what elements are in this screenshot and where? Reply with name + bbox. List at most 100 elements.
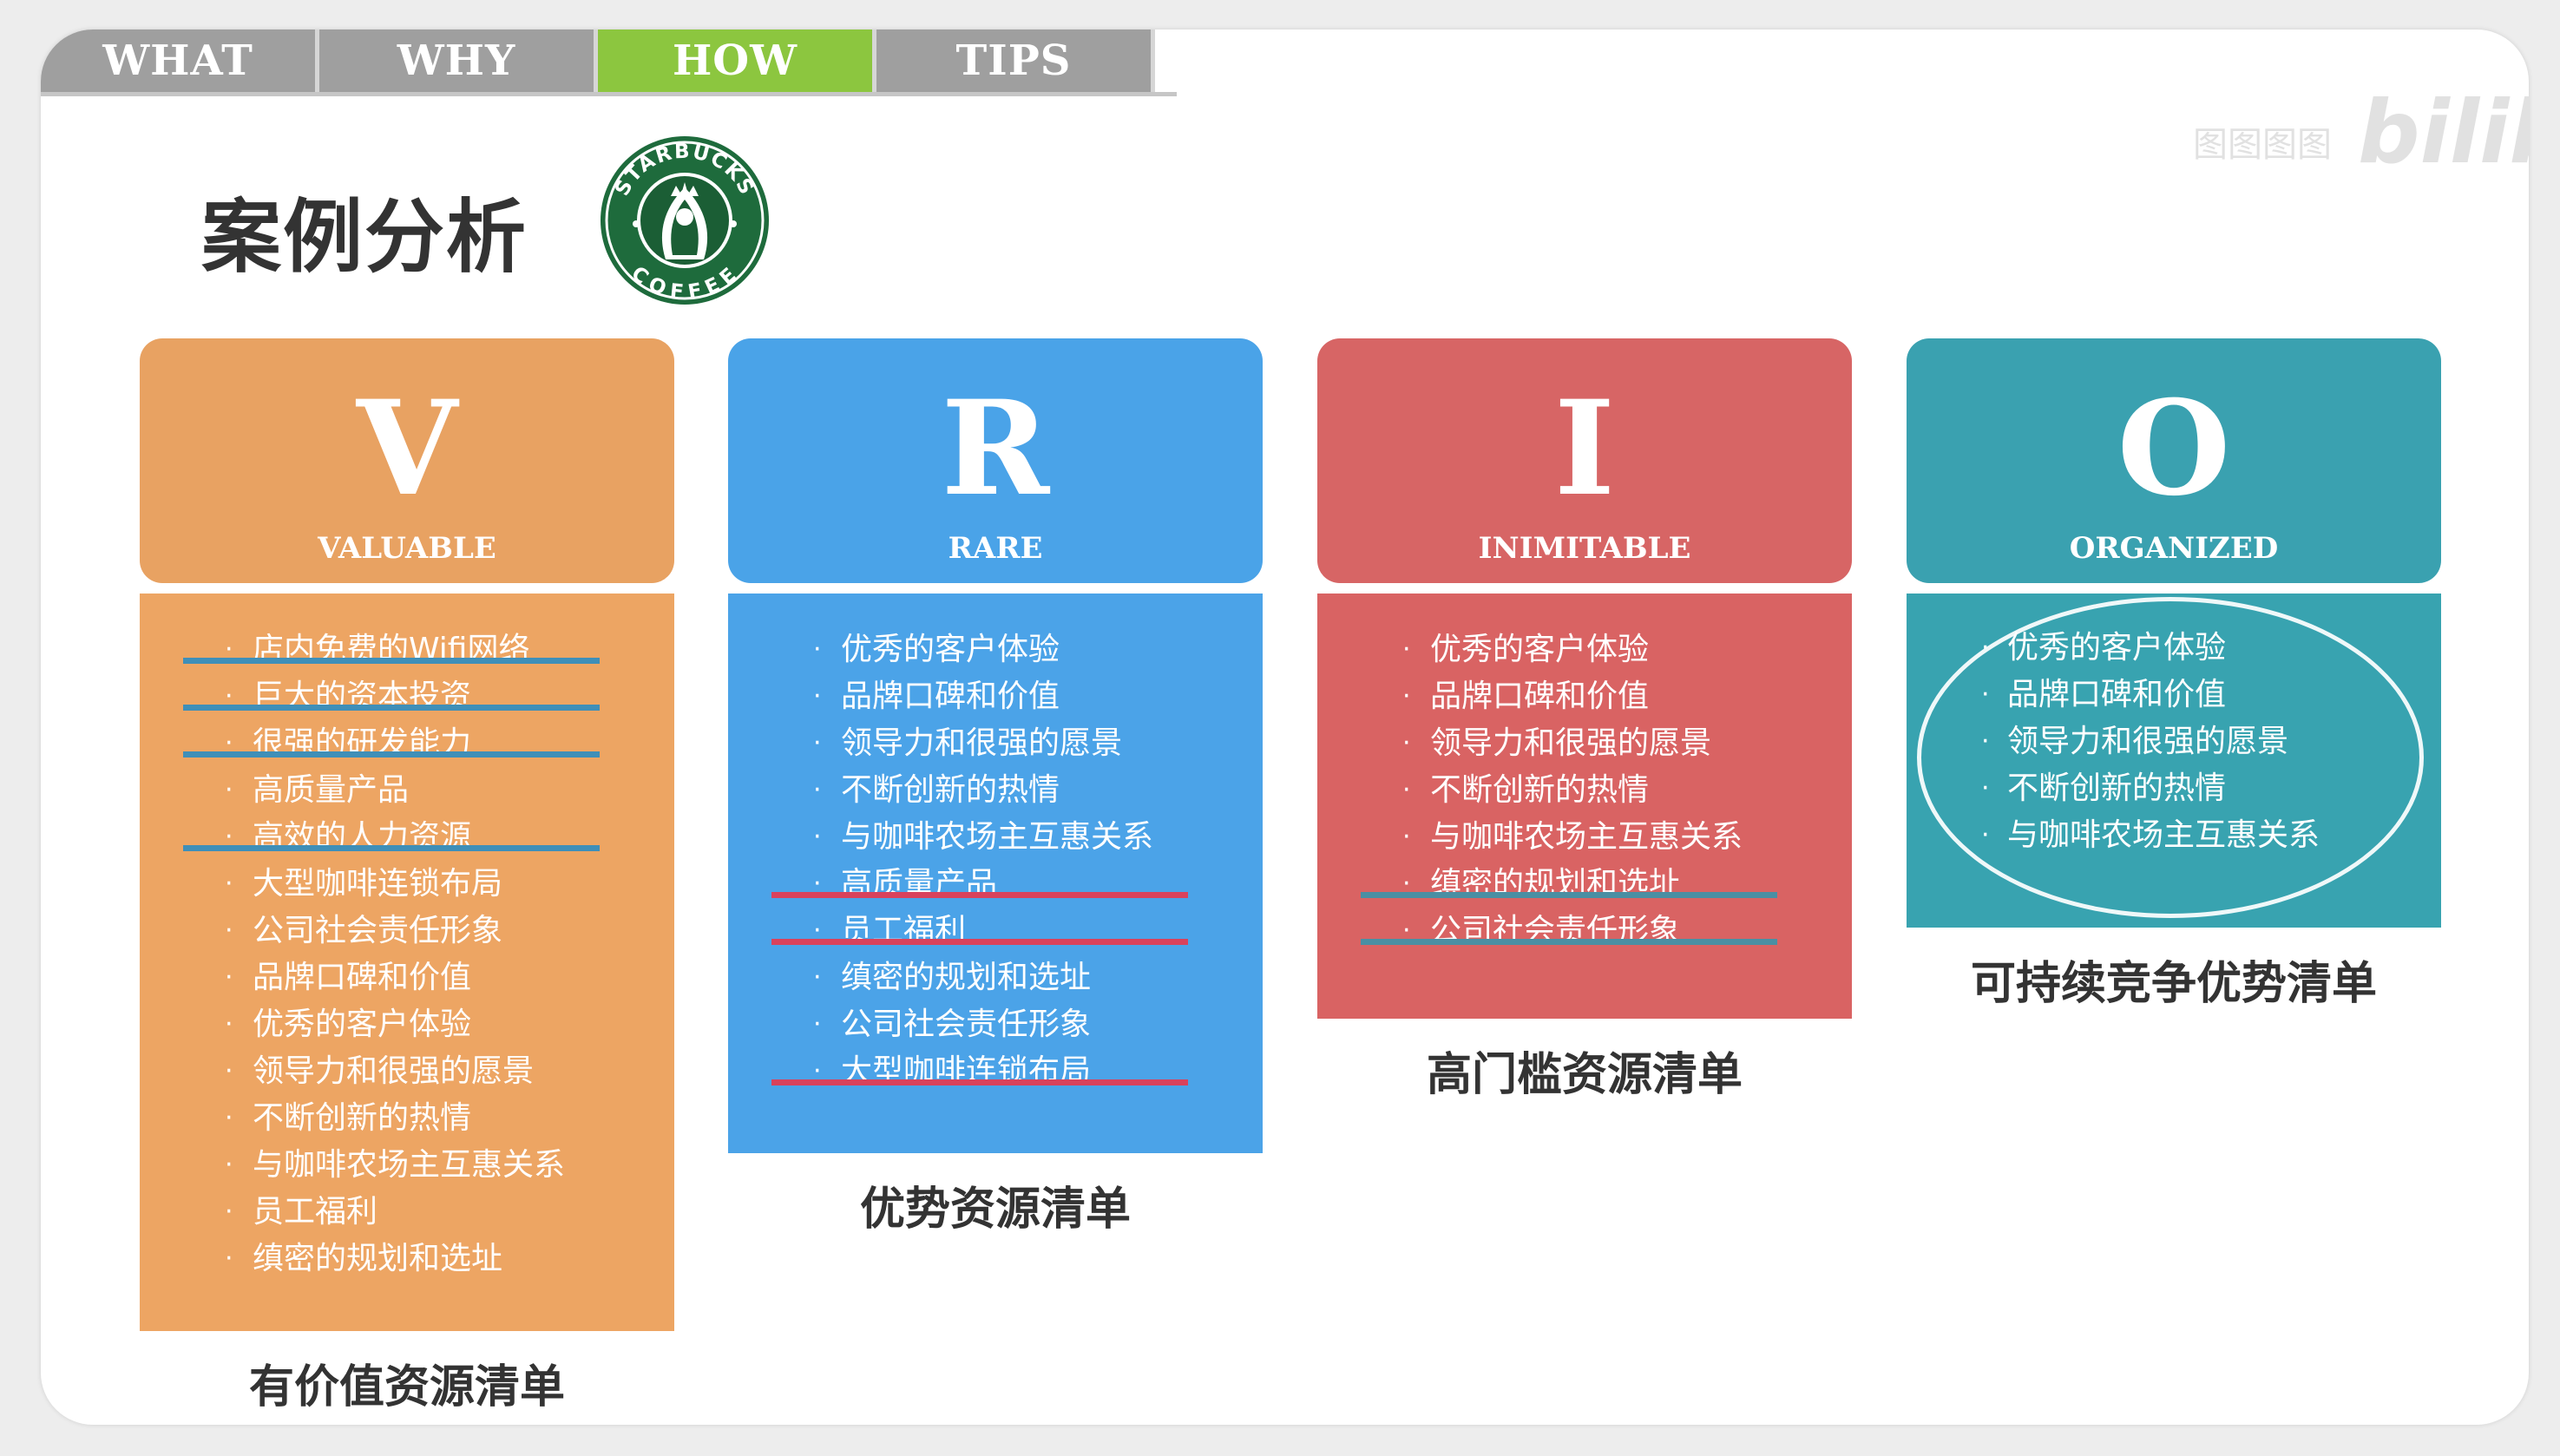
inimitable-header: I INIMITABLE [1317,338,1852,583]
list-item-text: 很强的研发能力 [253,725,472,761]
inimitable-caption: 高门槛资源清单 [1426,1048,1743,1101]
bullet-icon: · [225,1009,233,1040]
bullet-icon: · [225,1103,233,1133]
list-item-text: 与咖啡农场主互惠关系 [253,1147,566,1183]
watermark-brand: bilibili [2358,82,2529,183]
tab-tips[interactable]: TIPS [876,30,1155,92]
list-item: · 不断创新的热情 [1317,767,1852,814]
bullet-icon: · [225,915,233,946]
list-item-text: 高效的人力资源 [253,819,472,855]
list-item-text: 大型咖啡连锁布局 [253,866,503,902]
list-item: · 与咖啡农场主互惠关系 [140,1142,674,1189]
bullet-icon: · [225,869,233,899]
starbucks-logo-icon: STARBUCKS COFFEE [601,136,769,305]
slide: WHAT WHY HOW TIPS 图图图图 bilibili 案例分析 STA… [41,30,2529,1425]
list-item-text: 与咖啡农场主互惠关系 [2007,817,2320,853]
bullet-icon: · [813,1056,822,1086]
inimitable-letter: I [1553,372,1616,525]
bullet-icon: · [225,728,233,758]
list-item: · 优秀的客户体验 [728,626,1263,673]
bullet-icon: · [1402,775,1411,805]
list-item-text: 缜密的规划和选址 [1430,866,1681,902]
organized-list-box: · 优秀的客户体验 · 品牌口碑和价值 · 领导力和很强的愿景 · 不断创新的热情 · 与咖啡农场… [1907,594,2441,928]
bullet-icon: · [1402,728,1411,758]
list-item: · 公司社会责任形象 [140,908,674,954]
list-item-text: 优秀的客户体验 [841,632,1060,667]
list-item: · 优秀的客户体验 [1317,626,1852,673]
organized-caption: 可持续竞争优势清单 [1970,957,2377,1010]
rare-header: R RARE [728,338,1263,583]
struck-list-item: · 大型咖啡连锁布局 [728,1048,1263,1095]
list-item-text: 优秀的客户体验 [1430,632,1650,667]
bullet-icon: · [813,681,822,712]
section-tabs: WHAT WHY HOW TIPS [41,30,1155,92]
column-organized: O ORGANIZED · 优秀的客户体验 · 品牌口碑和价值 · 领导力和很强的愿景 · 不… [1907,338,2441,1012]
list-item-text: 缜密的规划和选址 [841,960,1092,995]
list-item-text: 领导力和很强的愿景 [1430,725,1712,761]
list-item-text: 品牌口碑和价值 [841,679,1060,714]
list-item-text: 高质量产品 [253,772,410,808]
list-item-text: 不断创新的热情 [253,1100,472,1136]
list-item: · 优秀的客户体验 [140,1001,674,1048]
list-item-text: 领导力和很强的愿景 [841,725,1123,761]
valuable-letter: V [356,372,458,525]
watermark-small-text: 图图图图 [2193,125,2332,165]
bullet-icon: · [813,822,822,852]
bilibili-watermark: 图图图图 bilibili [2158,64,2529,183]
bullet-icon: · [813,634,822,665]
bullet-icon: · [225,1243,233,1274]
organized-word: ORGANIZED [2069,531,2279,566]
bullet-icon: · [1981,773,1990,803]
tab-why[interactable]: WHY [319,30,598,92]
organized-header: O ORGANIZED [1907,338,2441,583]
rare-caption: 优势资源清单 [859,1183,1131,1236]
valuable-word: VALUABLE [318,531,496,566]
bullet-icon: · [1981,633,1990,663]
bullet-icon: · [225,681,233,712]
organized-list: · 优秀的客户体验 · 品牌口碑和价值 · 领导力和很强的愿景 · 不断创新的热情 · 与咖啡农场… [1907,594,2441,859]
tab-what[interactable]: WHAT [41,30,319,92]
struck-list-item: · 公司社会责任形象 [1317,908,1852,954]
list-item: · 高质量产品 [140,767,674,814]
inimitable-list: · 优秀的客户体验 · 品牌口碑和价值 · 领导力和很强的愿景 · 不断创新的热情 · 与咖啡农场… [1317,594,1852,954]
inimitable-list-box: · 优秀的客户体验 · 品牌口碑和价值 · 领导力和很强的愿景 · 不断创新的热情 · 与咖啡农场… [1317,594,1852,1019]
list-item: · 缜密的规划和选址 [728,954,1263,1001]
column-rare: R RARE · 优秀的客户体验 · 品牌口碑和价值 · 领导力和很强的愿景 · 不断创新的热… [728,338,1263,1237]
list-item: · 员工福利 [140,1189,674,1236]
list-item: · 与咖啡农场主互惠关系 [1907,812,2441,859]
list-item: · 品牌口碑和价值 [1907,672,2441,718]
list-item-text: 员工福利 [841,913,967,948]
struck-list-item: · 很强的研发能力 [140,720,674,767]
struck-list-item: · 缜密的规划和选址 [1317,861,1852,908]
bullet-icon: · [225,775,233,805]
bullet-icon: · [813,728,822,758]
list-item-text: 领导力和很强的愿景 [253,1053,535,1089]
column-inimitable: I INIMITABLE · 优秀的客户体验 · 品牌口碑和价值 · 领导力和很强的愿景 ·… [1317,338,1852,1103]
list-item-text: 领导力和很强的愿景 [2007,724,2289,759]
list-item: · 不断创新的热情 [140,1095,674,1142]
list-item-text: 与咖啡农场主互惠关系 [841,819,1154,855]
tab-how[interactable]: HOW [598,30,876,92]
bullet-icon: · [813,869,822,899]
list-item-text: 优秀的客户体验 [2007,630,2227,666]
bullet-icon: · [225,1056,233,1086]
bullet-icon: · [1402,822,1411,852]
struck-list-item: · 高效的人力资源 [140,814,674,861]
list-item-text: 品牌口碑和价值 [253,960,472,995]
list-item-text: 公司社会责任形象 [1430,913,1681,948]
bullet-icon: · [1981,679,1990,710]
list-item-text: 店内免费的Wifi网络 [253,632,530,667]
list-item-text: 品牌口碑和价值 [1430,679,1650,714]
valuable-list-box: · 店内免费的Wifi网络 · 巨大的资本投资 · 很强的研发能力 · 高质量产品 · 高效的人力… [140,594,674,1331]
bullet-icon: · [1402,915,1411,946]
valuable-list: · 店内免费的Wifi网络 · 巨大的资本投资 · 很强的研发能力 · 高质量产品 · 高效的人力… [140,594,674,1282]
list-item-text: 公司社会责任形象 [253,913,503,948]
list-item: · 公司社会责任形象 [728,1001,1263,1048]
struck-list-item: · 店内免费的Wifi网络 [140,626,674,673]
bullet-icon: · [1402,681,1411,712]
struck-list-item: · 高质量产品 [728,861,1263,908]
bullet-icon: · [225,634,233,665]
list-item-text: 缜密的规划和选址 [253,1241,503,1276]
list-item: · 与咖啡农场主互惠关系 [728,814,1263,861]
valuable-caption: 有价值资源清单 [248,1361,565,1413]
